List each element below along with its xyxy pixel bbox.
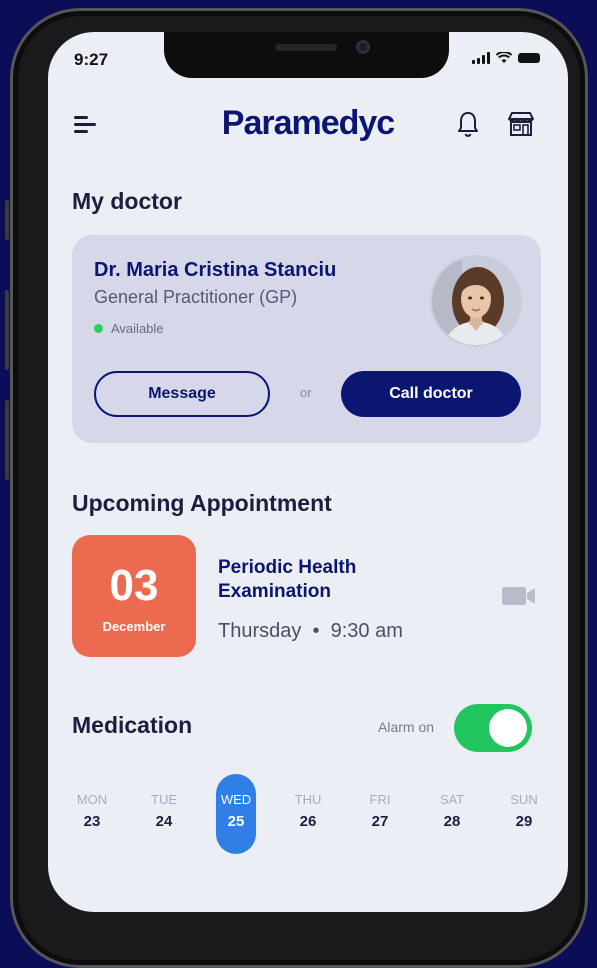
doctor-card: Dr. Maria Cristina Stanciu General Pract… bbox=[72, 235, 541, 443]
day-name: WED bbox=[220, 792, 252, 807]
appointment-month: December bbox=[102, 619, 166, 634]
call-doctor-button[interactable]: Call doctor bbox=[341, 371, 521, 417]
my-doctor-heading: My doctor bbox=[72, 188, 182, 214]
medication-heading: Medication bbox=[72, 712, 193, 738]
notch bbox=[164, 32, 449, 78]
doctor-avatar bbox=[430, 255, 522, 347]
appointment-datetime: Thursday • 9:30 am bbox=[218, 620, 403, 643]
day-sat[interactable]: SAT 28 bbox=[432, 774, 472, 854]
front-camera bbox=[356, 40, 370, 54]
day-number: 23 bbox=[83, 813, 101, 830]
day-wed-selected[interactable]: WED 25 bbox=[216, 774, 256, 854]
day-name: FRI bbox=[369, 792, 391, 807]
appointment-day: 03 bbox=[109, 561, 159, 610]
day-number: 24 bbox=[155, 813, 173, 830]
day-number: 26 bbox=[299, 813, 317, 830]
appointment-time: 9:30 am bbox=[330, 620, 403, 642]
alarm-toggle[interactable] bbox=[454, 704, 532, 752]
speaker bbox=[275, 44, 337, 51]
app-screen: 9:27 Paramedyc My doctor Dr. Maria Crist… bbox=[48, 32, 568, 912]
available-dot-icon bbox=[94, 324, 103, 333]
availability-label: Available bbox=[111, 321, 164, 336]
top-bar: Paramedyc bbox=[48, 100, 568, 150]
status-icons bbox=[472, 52, 540, 64]
signal-icon bbox=[472, 52, 490, 64]
wifi-icon bbox=[496, 52, 512, 63]
day-number: 29 bbox=[515, 813, 533, 830]
battery-icon bbox=[518, 53, 540, 63]
video-icon[interactable] bbox=[502, 585, 536, 607]
day-name: TUE bbox=[151, 792, 177, 807]
bell-icon[interactable] bbox=[456, 110, 480, 138]
weekday-selector: MON 23 TUE 24 WED 25 THU 26 FRI 27 SAT 2… bbox=[72, 774, 544, 864]
appointment-title[interactable]: Periodic Health Examination bbox=[218, 556, 438, 604]
appointment-date-badge[interactable]: 03 December bbox=[72, 535, 196, 657]
volume-down-button bbox=[5, 400, 9, 480]
mute-switch bbox=[5, 200, 9, 240]
toggle-knob bbox=[489, 709, 527, 747]
day-name: THU bbox=[294, 792, 322, 807]
doctor-role: General Practitioner (GP) bbox=[94, 287, 298, 307]
doctor-name: Dr. Maria Cristina Stanciu bbox=[94, 259, 337, 281]
alarm-label: Alarm on bbox=[378, 719, 435, 735]
bullet-separator: • bbox=[306, 620, 326, 642]
message-button[interactable]: Message bbox=[94, 371, 270, 417]
day-number: 27 bbox=[371, 813, 389, 830]
day-thu[interactable]: THU 26 bbox=[288, 774, 328, 854]
day-sun[interactable]: SUN 29 bbox=[504, 774, 544, 854]
day-tue[interactable]: TUE 24 bbox=[144, 774, 184, 854]
day-name: SAT bbox=[439, 792, 465, 807]
upcoming-appointment-heading: Upcoming Appointment bbox=[72, 490, 332, 516]
day-fri[interactable]: FRI 27 bbox=[360, 774, 400, 854]
store-icon[interactable] bbox=[506, 110, 536, 138]
day-number: 25 bbox=[227, 813, 245, 830]
brand-logo: Paramedyc bbox=[221, 104, 395, 142]
day-number: 28 bbox=[443, 813, 461, 830]
status-time: 9:27 bbox=[74, 50, 109, 69]
day-name: MON bbox=[76, 792, 108, 807]
day-name: SUN bbox=[510, 792, 538, 807]
availability-status: Available bbox=[94, 321, 164, 336]
or-separator: or bbox=[300, 385, 312, 400]
day-mon[interactable]: MON 23 bbox=[72, 774, 112, 854]
volume-up-button bbox=[5, 290, 9, 370]
appointment-weekday: Thursday bbox=[218, 620, 302, 642]
